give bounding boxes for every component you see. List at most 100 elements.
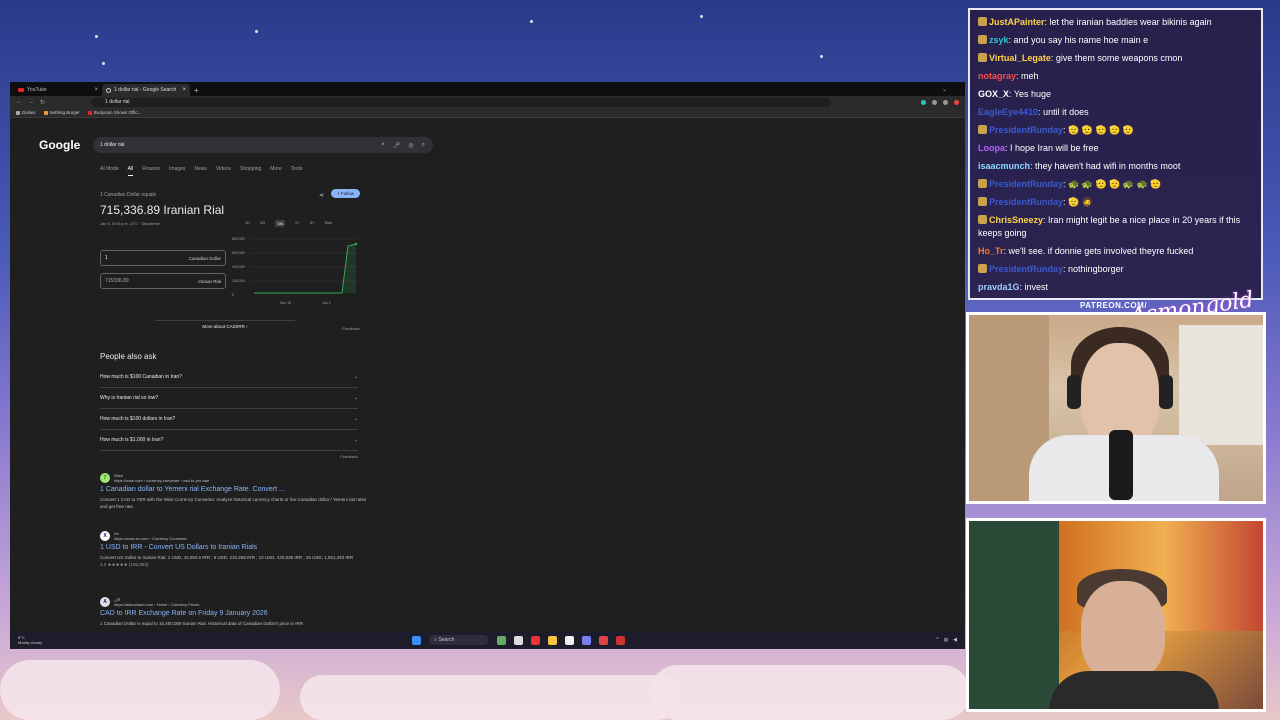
paa-question[interactable]: How much is $100 Canadian in Iran? ⌄ <box>100 367 358 388</box>
reload-icon[interactable]: ↻ <box>40 99 45 106</box>
volume-icon[interactable]: ◀ <box>953 637 957 643</box>
mic-icon[interactable]: 🎤︎ <box>393 142 401 149</box>
nav-ai-mode[interactable]: AI Mode <box>100 166 119 176</box>
extension-icon[interactable] <box>954 99 959 105</box>
result-title[interactable]: 1 USD to IRR - Convert US Dollars to Ira… <box>100 544 370 551</box>
nav-shopping[interactable]: Shopping <box>240 166 261 176</box>
converter-feedback-link[interactable]: Feedback <box>342 326 360 331</box>
wise-favicon: 7 <box>100 473 110 483</box>
result-title[interactable]: 1 Canadian dollar to Yemeni rial Exchang… <box>100 486 370 493</box>
widgets-icon[interactable] <box>497 635 507 645</box>
result-source[interactable]: A الان https://alanchand.com › Home › Cur… <box>100 597 370 607</box>
search-icon[interactable]: ⌕ <box>422 142 425 149</box>
nav-all[interactable]: All <box>127 166 134 176</box>
paa-question[interactable]: Why is Iranian rial so low? ⌄ <box>100 388 358 409</box>
range-1d[interactable]: 1D <box>245 220 250 227</box>
chevron-up-icon[interactable]: ^ <box>936 637 938 643</box>
nav-more[interactable]: More <box>270 166 281 176</box>
paa-feedback-link[interactable]: Feedback <box>100 454 358 459</box>
range-5y[interactable]: 5Y <box>310 220 315 227</box>
range-max[interactable]: Max <box>325 220 333 227</box>
chat-username[interactable]: PresidentRunday <box>989 264 1063 274</box>
nav-news[interactable]: News <box>194 166 207 176</box>
weather-widget[interactable]: 8°C Mostly cloudy <box>18 635 42 645</box>
address-bar[interactable]: 1 dollar rial <box>91 97 832 107</box>
chat-username[interactable]: PresidentRunday <box>989 179 1063 189</box>
extension-icon[interactable] <box>921 99 926 105</box>
nav-videos[interactable]: Videos <box>216 166 231 176</box>
chat-username[interactable]: notagray <box>978 71 1016 81</box>
search-input[interactable]: 1 dollar rial × 🎤︎ ◎ ⌕ <box>93 137 433 153</box>
y-tick-label: 200,000 <box>232 279 245 283</box>
from-amount-field[interactable]: 1 Canadian Dollar <box>100 250 226 266</box>
chat-username[interactable]: zsyk <box>989 35 1009 45</box>
paa-question[interactable]: How much is $100 dollars in Iran? ⌄ <box>100 409 358 430</box>
chat-username[interactable]: isaacmunch <box>978 161 1030 171</box>
discord-icon[interactable] <box>582 635 592 645</box>
paa-question[interactable]: How much is $1,000 in Iran? ⌄ <box>100 430 358 451</box>
chat-message: isaacmunch: they haven't had wifi in mon… <box>978 161 1181 171</box>
paa-title: People also ask <box>100 352 157 361</box>
tab-youtube[interactable]: YouTube × <box>14 84 102 96</box>
result-source[interactable]: X Xe https://www.xe.com › Currency Conver… <box>100 531 370 541</box>
chat-username[interactable]: PresidentRunday <box>989 197 1063 207</box>
new-tab-button[interactable]: + <box>194 86 199 95</box>
obs-icon[interactable] <box>616 635 626 645</box>
chat-text: meh <box>1021 71 1039 81</box>
app-icon[interactable] <box>565 635 575 645</box>
google-logo[interactable]: Google <box>39 138 80 152</box>
rate-chart[interactable]: 800,000 600,000 400,000 200,000 0 Dec 16… <box>230 236 360 306</box>
app-icon[interactable] <box>599 635 609 645</box>
follow-button[interactable]: + Follow <box>331 189 360 198</box>
range-1m[interactable]: 1M <box>275 220 285 227</box>
result-title[interactable]: CAD to IRR Exchange Rate on Friday 9 Jan… <box>100 610 370 617</box>
close-icon[interactable]: × <box>182 87 186 93</box>
bookmark-nothing-burger[interactable]: Nothing Burger <box>43 110 80 115</box>
chat-username[interactable]: Ho_Tr <box>978 246 1004 256</box>
app-icon[interactable] <box>531 635 541 645</box>
y-tick-label: 0 <box>232 293 234 297</box>
chat-username[interactable]: PresidentRunday <box>989 125 1063 135</box>
chat-username[interactable]: GOX_X <box>978 89 1009 99</box>
extension-icon[interactable] <box>932 99 937 105</box>
windows-taskbar: 8°C Mostly cloudy ⌕ Search ^ ◍ ◀ <box>10 631 965 649</box>
tab-google-search[interactable]: 1 dollar rial - Google Search × <box>102 84 190 96</box>
chat-username[interactable]: Virtual_Legate <box>989 53 1051 63</box>
start-icon[interactable] <box>412 635 422 645</box>
headphone-right <box>1159 375 1173 409</box>
share-icon[interactable]: ⋖ <box>319 192 324 199</box>
chat-username[interactable]: JustAPainter <box>989 17 1045 27</box>
close-icon[interactable]: × <box>94 87 98 93</box>
chat-username[interactable]: EagleEye4410 <box>978 107 1038 117</box>
range-5d[interactable]: 5D <box>260 220 265 227</box>
forward-icon[interactable]: → <box>28 99 34 105</box>
chat-username[interactable]: Loopa <box>978 143 1005 153</box>
taskbar-search[interactable]: ⌕ Search <box>429 635 490 645</box>
file-explorer-icon[interactable] <box>548 635 558 645</box>
extensions <box>921 99 959 105</box>
range-1y[interactable]: 1Y <box>295 220 300 227</box>
chat-message: Ho_Tr: we'll see. if donnie gets involve… <box>978 245 1194 256</box>
folder-icon <box>16 110 20 115</box>
chat-username[interactable]: ChrisSneezy <box>989 215 1043 225</box>
chat-text: they haven't had wifi in months moot <box>1035 161 1181 171</box>
network-icon[interactable]: ◍ <box>944 637 948 643</box>
clear-icon[interactable]: × <box>381 142 385 149</box>
nav-finance[interactable]: Finance <box>142 166 160 176</box>
more-about-button[interactable]: More about CAD/IRR › <box>155 320 295 329</box>
extension-icon[interactable] <box>943 99 948 105</box>
tab-search-icon[interactable]: ⌄ <box>942 86 947 93</box>
bookmark-dailies[interactable]: Dailies <box>16 110 36 115</box>
to-amount-field[interactable]: 715336.89 Iranian Rial <box>100 273 226 289</box>
nav-tools[interactable]: Tools <box>291 166 303 176</box>
terminal-icon[interactable] <box>514 635 524 645</box>
bookmark-bodycam[interactable]: Bodycam Shows Offic... <box>87 110 141 115</box>
lens-icon[interactable]: ◎ <box>408 142 413 149</box>
to-currency-select[interactable]: Iranian Rial <box>198 279 221 284</box>
chart-line <box>254 243 357 294</box>
chat-username[interactable]: pravda1G <box>978 282 1020 292</box>
nav-images[interactable]: Images <box>169 166 185 176</box>
back-icon[interactable]: ← <box>16 99 22 105</box>
result-source[interactable]: 7 Wise https://wise.com › currency-conver… <box>100 473 370 483</box>
from-currency-select[interactable]: Canadian Dollar <box>189 256 221 261</box>
